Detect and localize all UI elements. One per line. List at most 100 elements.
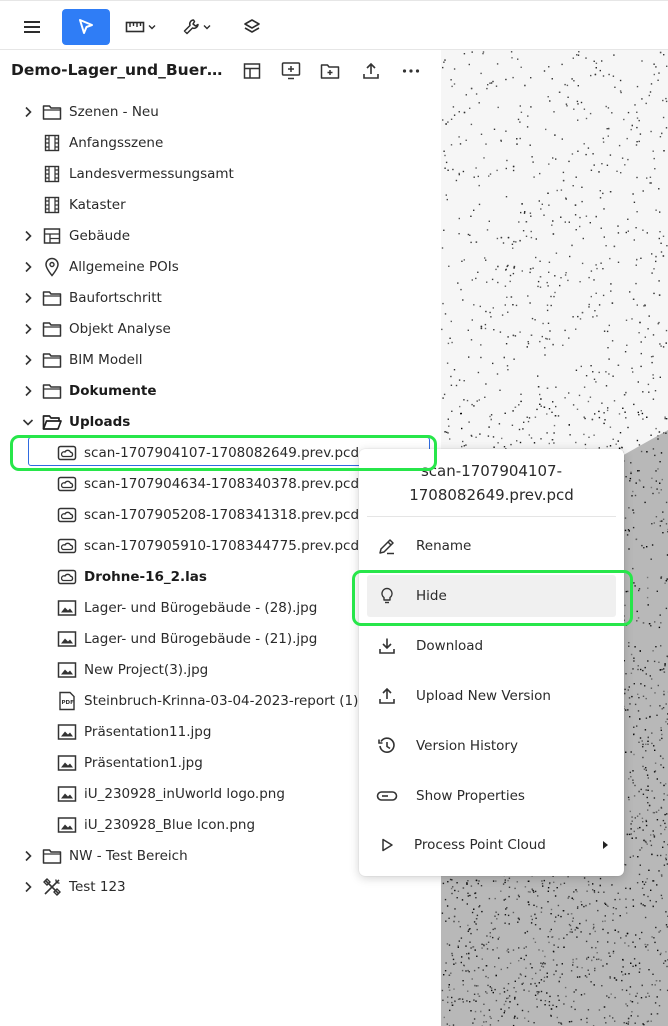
image-icon [57,722,77,742]
menu-item-upload-new-version[interactable]: Upload New Version [367,675,616,717]
menu-item-version-history[interactable]: Version History [367,725,616,767]
tree-item-label: Lager- und Bürogebäude - (28).jpg [84,600,318,616]
tree-item[interactable]: Landesvermessungsamt [0,159,441,190]
add-view-button[interactable] [280,60,302,82]
chevron-down-icon [148,25,155,30]
layers-icon [244,19,260,33]
folder-icon [42,102,62,122]
upload-icon [363,62,379,79]
table-icon [243,63,261,79]
more-icon [402,69,420,73]
menu-item-show-properties[interactable]: Show Properties [367,775,616,817]
more-options-button[interactable] [400,60,422,82]
upload-icon [376,685,398,707]
folder-icon [42,350,62,370]
tree-item[interactable]: Allgemeine POIs [0,252,441,283]
chevron-right-icon[interactable] [21,849,35,863]
menu-item-hide[interactable]: Hide [367,575,616,617]
upload-button[interactable] [360,60,382,82]
chevron-right-icon[interactable] [21,322,35,336]
hamburger-icon [24,21,40,33]
chevron-down-icon [203,25,210,30]
tree-item[interactable]: Baufortschritt [0,283,441,314]
submenu-arrow-icon [603,841,608,849]
chevron-right-icon[interactable] [21,229,35,243]
chevron-right-icon[interactable] [21,353,35,367]
add-folder-icon [320,64,340,79]
tree-item-label: BIM Modell [69,352,143,368]
pencil-icon [376,535,398,557]
chevron-right-icon[interactable] [21,260,35,274]
top-toolbar [0,0,668,50]
project-title[interactable]: Demo-Lager_und_Bueroge... [11,61,231,79]
image-icon [57,815,77,835]
tree-item[interactable]: Szenen - Neu [0,97,441,128]
chevron-right-icon[interactable] [21,384,35,398]
image-icon [57,784,77,804]
chevron-down-icon[interactable] [21,415,35,429]
lightbulb-icon [376,585,398,607]
pdf-icon: PDF [57,691,77,711]
image-icon [57,629,77,649]
select-tool-button[interactable] [62,9,110,45]
add-folder-button[interactable] [319,60,341,82]
tree-item-label: Anfangsszene [69,135,164,151]
tree-item-label: Kataster [69,197,126,213]
tree-item-label: Landesvermessungsamt [69,166,234,182]
context-menu-title: scan-1707904107- 1708082649.prev.pcd [409,462,574,504]
tree-item[interactable]: Objekt Analyse [0,314,441,345]
tree-item[interactable]: Kataster [0,190,441,221]
download-icon [376,635,398,657]
chevron-right-icon[interactable] [21,105,35,119]
properties-icon [376,785,398,807]
film-icon [42,133,62,153]
tree-item-label: scan-1707904107-1708082649.prev.pcd [84,445,360,461]
tree-item-label: scan-1707905208-1708341318.prev.pcd [84,507,360,523]
tree-item[interactable]: Anfangsszene [0,128,441,159]
tree-item-label: Präsentation1.jpg [84,755,203,771]
image-icon [57,753,77,773]
cursor-arrow-icon [79,19,93,34]
folder-icon [42,381,62,401]
tree-item[interactable]: Test 123 [0,872,441,903]
cloud-icon [57,474,77,494]
layers-button[interactable] [236,9,268,45]
tree-item[interactable]: BIM Modell [0,345,441,376]
tree-item-label: scan-1707904634-1708340378.prev.pcd [84,476,360,492]
tree-item[interactable]: Dokumente [0,376,441,407]
tree-item[interactable]: Gebäude [0,221,441,252]
table-view-button[interactable] [241,60,263,82]
tree-item-label: Baufortschritt [69,290,162,306]
tree-item-label: New Project(3).jpg [84,662,209,678]
tree-item-label: Allgemeine POIs [69,259,179,275]
tree-item-label: Uploads [69,414,131,430]
map-pin-icon [42,257,62,277]
main-menu-button[interactable] [16,9,48,45]
tools-cross-icon [42,877,62,897]
tree-item-label: NW - Test Bereich [69,848,188,864]
tree-item-label: Präsentation11.jpg [84,724,212,740]
cloud-icon [57,536,77,556]
svg-text:PDF: PDF [62,700,75,706]
menu-item-download[interactable]: Download [367,625,616,667]
building-plan-icon [42,226,62,246]
measure-tool-button[interactable] [122,9,158,45]
tree-item-label: scan-1707905910-1708344775.prev.pcd [84,538,360,554]
folder-icon [42,319,62,339]
context-menu: scan-1707904107- 1708082649.prev.pcd Ren… [359,449,624,876]
tree-item-label: Szenen - Neu [69,104,159,120]
menu-item-rename[interactable]: Rename [367,525,616,567]
folder-icon [42,288,62,308]
tree-item[interactable]: Uploads [0,407,441,438]
history-icon [376,735,398,757]
chevron-right-icon[interactable] [21,880,35,894]
folder-open-icon [42,412,62,432]
chevron-right-icon[interactable] [21,291,35,305]
tree-item-label: Dokumente [69,383,157,399]
tree-item-label: Objekt Analyse [69,321,171,337]
menu-item-process-point-cloud[interactable]: Process Point Cloud [367,824,616,866]
cloud-icon [57,505,77,525]
image-icon [57,598,77,618]
tools-button[interactable] [178,9,214,45]
tree-item-label: Steinbruch-Krinna-03-04-2023-report (1) [84,693,359,709]
